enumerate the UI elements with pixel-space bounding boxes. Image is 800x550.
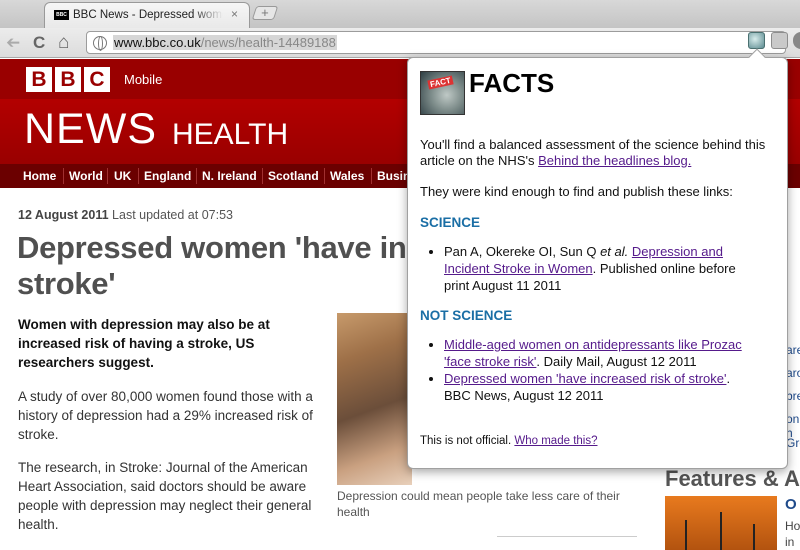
article-headline: Depressed women 'have in stroke' (17, 230, 417, 302)
feature-title[interactable]: O (785, 496, 797, 513)
url-path: /news/health-14489188 (200, 35, 336, 50)
citation-authors: Pan A, Okereke OI, Sun Q (444, 244, 601, 259)
browser-tab[interactable]: BBC BBC News - Depressed women × (44, 2, 250, 28)
list-item: Depressed women 'have increased risk of … (444, 370, 756, 404)
address-bar[interactable]: www.bbc.co.uk/news/health-14489188 (86, 31, 786, 54)
turbine-mast (720, 512, 722, 550)
citation-etal: et al. (600, 244, 629, 259)
bbc-logo[interactable]: B B C (26, 67, 110, 92)
nav-item-uk[interactable]: UK (114, 169, 131, 183)
photo-caption: Depression could mean people take less c… (337, 489, 620, 519)
footer-text: This is not official. (420, 435, 515, 447)
divider (497, 536, 637, 537)
science-heading: SCIENCE (420, 215, 481, 230)
bbc-logo-letter: B (55, 67, 81, 92)
nav-divider (371, 168, 372, 184)
list-item: Middle-aged women on antidepressants lik… (444, 336, 756, 370)
feature-text-line: Ho (785, 519, 800, 533)
nav-item-n-ireland[interactable]: N. Ireland (202, 169, 257, 183)
sidebar-link[interactable]: are (786, 343, 800, 357)
facts-popup: FACT FACTS You'll find a balanced assess… (407, 48, 788, 469)
popup-footer: This is not official. Who made this? (420, 435, 598, 447)
bbc-logo-letter: B (26, 67, 52, 92)
logo-tag: FACT (427, 75, 454, 90)
extension-overflow-icon[interactable] (793, 32, 800, 49)
feature-summary: Ho in a (785, 518, 800, 550)
bbc-news-link[interactable]: Depressed women 'have increased risk of … (444, 371, 726, 386)
tab-title: BBC News - Depressed women (73, 9, 223, 21)
article-lede: Women with depression may also be at inc… (18, 317, 270, 370)
headline-line: Depressed women 'have in (17, 230, 407, 265)
bbc-logo-letter: C (84, 67, 110, 92)
wrench-icon[interactable] (771, 32, 788, 49)
article-date: 12 August 2011 (18, 208, 109, 222)
reload-icon[interactable]: C (33, 33, 45, 53)
source-details: . Daily Mail, August 12 2011 (536, 354, 697, 369)
nav-item-england[interactable]: England (144, 169, 191, 183)
features-heading: Features & A (665, 466, 800, 491)
who-made-this-link[interactable]: Who made this? (514, 435, 597, 447)
nav-item-wales[interactable]: Wales (330, 169, 364, 183)
bbc-favicon-icon: BBC (54, 10, 69, 20)
browser-toolbar: ➔ C ⌂ www.bbc.co.uk/news/health-14489188 (0, 28, 800, 58)
nav-divider (262, 168, 263, 184)
url-text[interactable]: www.bbc.co.uk/news/health-14489188 (113, 35, 337, 50)
nav-divider (63, 168, 64, 184)
nav-item-business[interactable]: Busin (377, 169, 410, 183)
facts-extension-icon[interactable] (748, 32, 765, 49)
facts-logo-icon: FACT (420, 71, 465, 115)
nav-item-home[interactable]: Home (23, 169, 56, 183)
popup-thanks: They were kind enough to find and publis… (420, 184, 733, 199)
nav-divider (196, 168, 197, 184)
nav-item-world[interactable]: World (69, 169, 103, 183)
plus-icon: + (261, 5, 269, 20)
wind-turbine-image[interactable] (665, 496, 777, 550)
article-paragraph: A study of over 80,000 women found those… (18, 389, 313, 442)
nav-divider (138, 168, 139, 184)
nhs-blog-link[interactable]: Behind the headlines blog. (538, 153, 691, 168)
article-photo (337, 313, 412, 485)
sidebar-link[interactable]: brea (786, 389, 800, 403)
globe-icon (93, 36, 107, 51)
news-logo[interactable]: NEWS (24, 105, 157, 154)
sidebar-link[interactable]: Grou (786, 436, 800, 450)
url-domain: www.bbc.co.uk (114, 35, 201, 50)
list-item: Pan A, Okereke OI, Sun Q et al. Depressi… (444, 243, 756, 294)
back-arrow-icon[interactable]: ➔ (6, 33, 20, 53)
turbine-mast (753, 524, 755, 550)
nav-divider (107, 168, 108, 184)
close-tab-icon[interactable]: × (231, 7, 238, 21)
popup-intro: You'll find a balanced assessment of the… (420, 137, 780, 169)
turbine-mast (685, 520, 687, 550)
last-updated: Last updated at 07:53 (112, 208, 233, 222)
not-science-heading: NOT SCIENCE (420, 308, 513, 323)
article-paragraph: The research, in Stroke: Journal of the … (18, 460, 312, 532)
headline-line: stroke' (17, 266, 116, 301)
home-icon[interactable]: ⌂ (58, 33, 69, 53)
not-science-list: Middle-aged women on antidepressants lik… (426, 336, 756, 404)
mobile-link[interactable]: Mobile (124, 72, 162, 87)
sidebar-link[interactable]: arou (786, 366, 800, 380)
nav-item-scotland[interactable]: Scotland (268, 169, 319, 183)
popup-title: FACTS (469, 68, 555, 98)
science-list: Pan A, Okereke OI, Sun Q et al. Depressi… (426, 243, 756, 294)
feature-text-line: in a (785, 535, 795, 549)
new-tab-button[interactable]: + (251, 5, 279, 20)
nav-divider (324, 168, 325, 184)
article-dateline: 12 August 2011 Last updated at 07:53 (18, 208, 233, 222)
section-title[interactable]: HEALTH (172, 118, 288, 152)
tab-strip: BBC BBC News - Depressed women × + (0, 0, 800, 28)
